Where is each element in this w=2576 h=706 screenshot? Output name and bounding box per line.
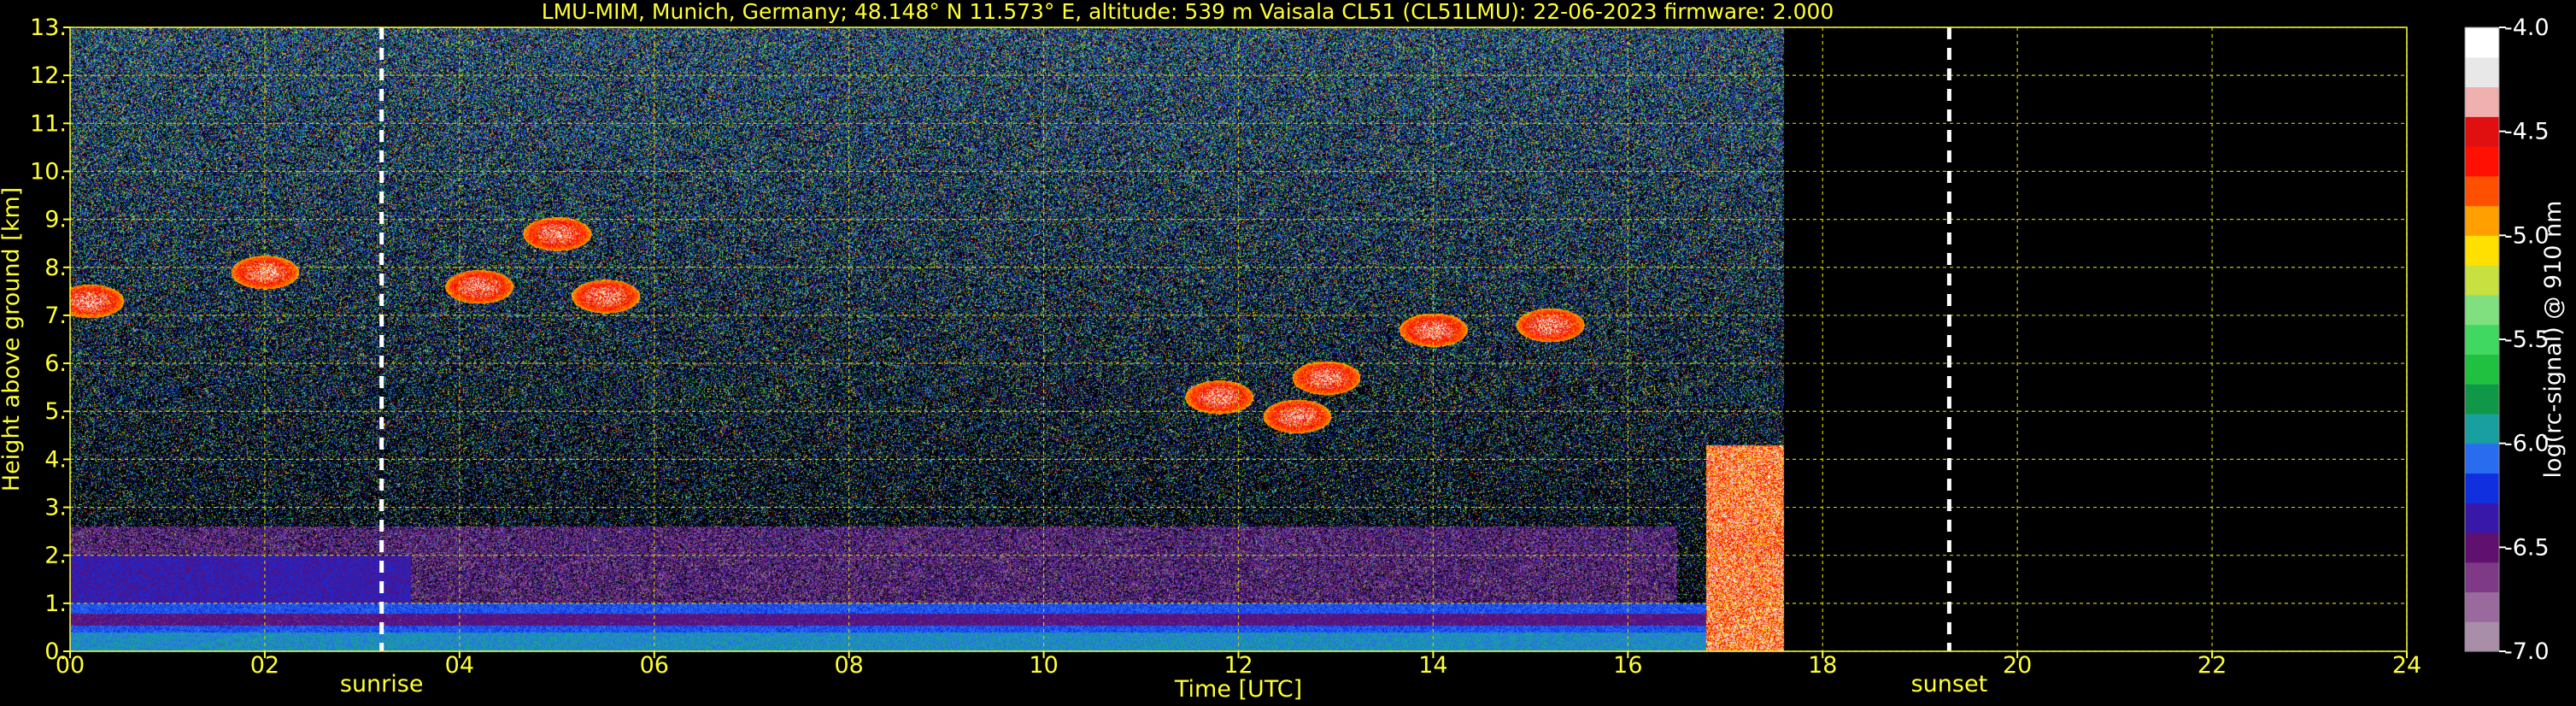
colorbar-swatch bbox=[2465, 503, 2499, 533]
colorbar-swatch bbox=[2465, 532, 2499, 563]
colorbar-swatch bbox=[2465, 265, 2499, 296]
y-axis-label: Height above ground [km] bbox=[0, 187, 25, 491]
colorbar-swatch bbox=[2465, 384, 2499, 415]
x-tick-label: 22 bbox=[2198, 652, 2227, 679]
y-tick-label: 13. bbox=[30, 15, 67, 41]
colorbar-swatch bbox=[2465, 86, 2499, 117]
ceilometer-chart: LMU-MIM, Munich, Germany; 48.148° N 11.5… bbox=[0, 0, 2576, 706]
x-tick-label: 20 bbox=[2003, 652, 2032, 679]
colorbar-tick-label: -4.0 bbox=[2504, 15, 2550, 41]
colorbar-swatch bbox=[2465, 205, 2499, 236]
y-tick-label: 7. bbox=[44, 303, 67, 329]
colorbar-tick-label: -4.5 bbox=[2504, 119, 2550, 145]
x-tick-label: 12 bbox=[1223, 652, 1253, 679]
y-tick-label: 3. bbox=[44, 495, 67, 521]
colorbar-tick-label: -7.0 bbox=[2504, 638, 2550, 665]
x-tick-label: 04 bbox=[445, 652, 474, 679]
x-tick-label: 08 bbox=[834, 652, 863, 679]
colorbar-swatch bbox=[2465, 56, 2499, 88]
y-tick-label: 4. bbox=[44, 446, 67, 473]
x-tick-label: 14 bbox=[1418, 652, 1447, 679]
y-tick-label: 9. bbox=[44, 207, 67, 233]
y-tick-label: 0. bbox=[44, 638, 67, 665]
colorbar-swatch bbox=[2465, 413, 2499, 444]
colorbar-swatch bbox=[2465, 443, 2499, 474]
colorbar-label: log(rc-signal) @ 910 nm bbox=[2540, 201, 2567, 479]
x-tick-label: 02 bbox=[250, 652, 279, 679]
colorbar-swatch bbox=[2465, 146, 2499, 177]
y-tick-label: 8. bbox=[44, 255, 67, 281]
y-tick-label: 10. bbox=[30, 158, 67, 185]
colorbar-swatch bbox=[2465, 354, 2499, 385]
plot-area bbox=[70, 27, 2407, 651]
colorbar-swatch bbox=[2465, 116, 2499, 147]
chart-title: LMU-MIM, Munich, Germany; 48.148° N 11.5… bbox=[542, 0, 1834, 24]
x-tick-label: 18 bbox=[1808, 652, 1837, 679]
colorbar-swatch bbox=[2465, 591, 2499, 622]
colorbar-swatch bbox=[2465, 621, 2499, 652]
y-tick-label: 2. bbox=[44, 543, 67, 569]
colorbar-tick-label: -6.5 bbox=[2504, 534, 2550, 561]
backscatter-heatmap bbox=[70, 27, 2407, 651]
x-tick-label: 24 bbox=[2392, 652, 2421, 679]
y-tick-label: 5. bbox=[44, 398, 67, 425]
y-tick-label: 12. bbox=[30, 62, 67, 89]
colorbar-swatch bbox=[2465, 175, 2499, 207]
y-tick-label: 11. bbox=[30, 110, 67, 137]
colorbar-swatch bbox=[2465, 562, 2499, 593]
colorbar-swatch bbox=[2465, 294, 2499, 326]
marker-label-sunrise: sunrise bbox=[340, 671, 424, 697]
colorbar-swatch bbox=[2465, 27, 2499, 58]
y-tick-label: 6. bbox=[44, 350, 67, 377]
x-tick-label: 16 bbox=[1613, 652, 1642, 679]
x-tick-label: 10 bbox=[1029, 652, 1058, 679]
x-tick-label: 06 bbox=[640, 652, 669, 679]
colorbar-swatch bbox=[2465, 235, 2499, 266]
x-axis-label: Time [UTC] bbox=[1174, 676, 1302, 703]
marker-label-sunset: sunset bbox=[1911, 671, 1988, 697]
y-tick-label: 1. bbox=[44, 591, 67, 617]
colorbar-swatch bbox=[2465, 324, 2499, 355]
colorbar-swatch bbox=[2465, 473, 2499, 503]
